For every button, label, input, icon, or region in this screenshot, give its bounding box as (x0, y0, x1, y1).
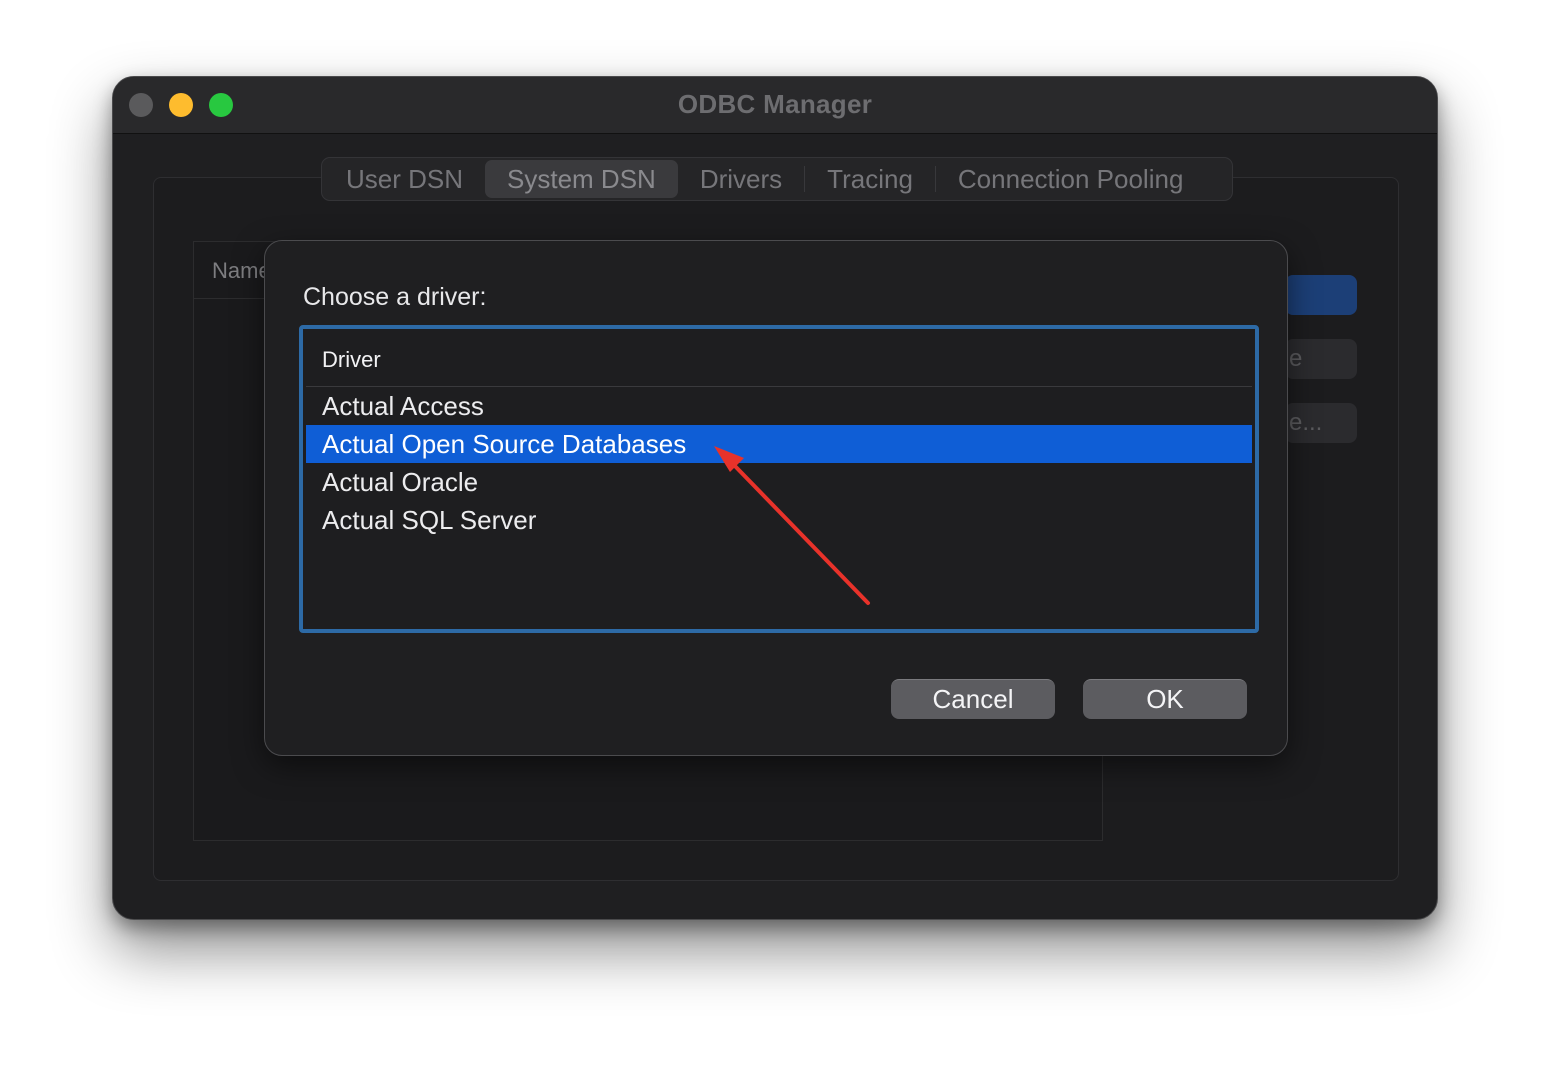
add-dsn-button[interactable] (1285, 275, 1357, 315)
title-bar[interactable]: ODBC Manager (113, 77, 1437, 134)
tab-connection-pooling[interactable]: Connection Pooling (936, 160, 1206, 198)
cancel-button[interactable]: Cancel (891, 679, 1055, 719)
tab-drivers[interactable]: Drivers (678, 160, 804, 198)
driver-row-actual-sql-server[interactable]: Actual SQL Server (306, 501, 1252, 539)
driver-column-header[interactable]: Driver (306, 332, 1252, 387)
driver-row-actual-access[interactable]: Actual Access (306, 387, 1252, 425)
tab-tracing[interactable]: Tracing (805, 160, 935, 198)
tab-user-dsn[interactable]: User DSN (324, 160, 485, 198)
driver-row-actual-oracle[interactable]: Actual Oracle (306, 463, 1252, 501)
configure-dsn-button[interactable]: e... (1285, 403, 1357, 443)
ok-button[interactable]: OK (1083, 679, 1247, 719)
driver-row-actual-open-source-databases[interactable]: Actual Open Source Databases (306, 425, 1252, 463)
choose-driver-dialog: Choose a driver: Driver Actual Access Ac… (264, 240, 1288, 756)
driver-list[interactable]: Driver Actual Access Actual Open Source … (299, 325, 1259, 633)
window-title: ODBC Manager (677, 89, 873, 119)
tab-system-dsn[interactable]: System DSN (485, 160, 678, 198)
dialog-prompt: Choose a driver: (303, 283, 487, 311)
tab-bar: User DSN System DSN Drivers Tracing Conn… (321, 157, 1233, 201)
remove-dsn-button[interactable]: e (1285, 339, 1357, 379)
